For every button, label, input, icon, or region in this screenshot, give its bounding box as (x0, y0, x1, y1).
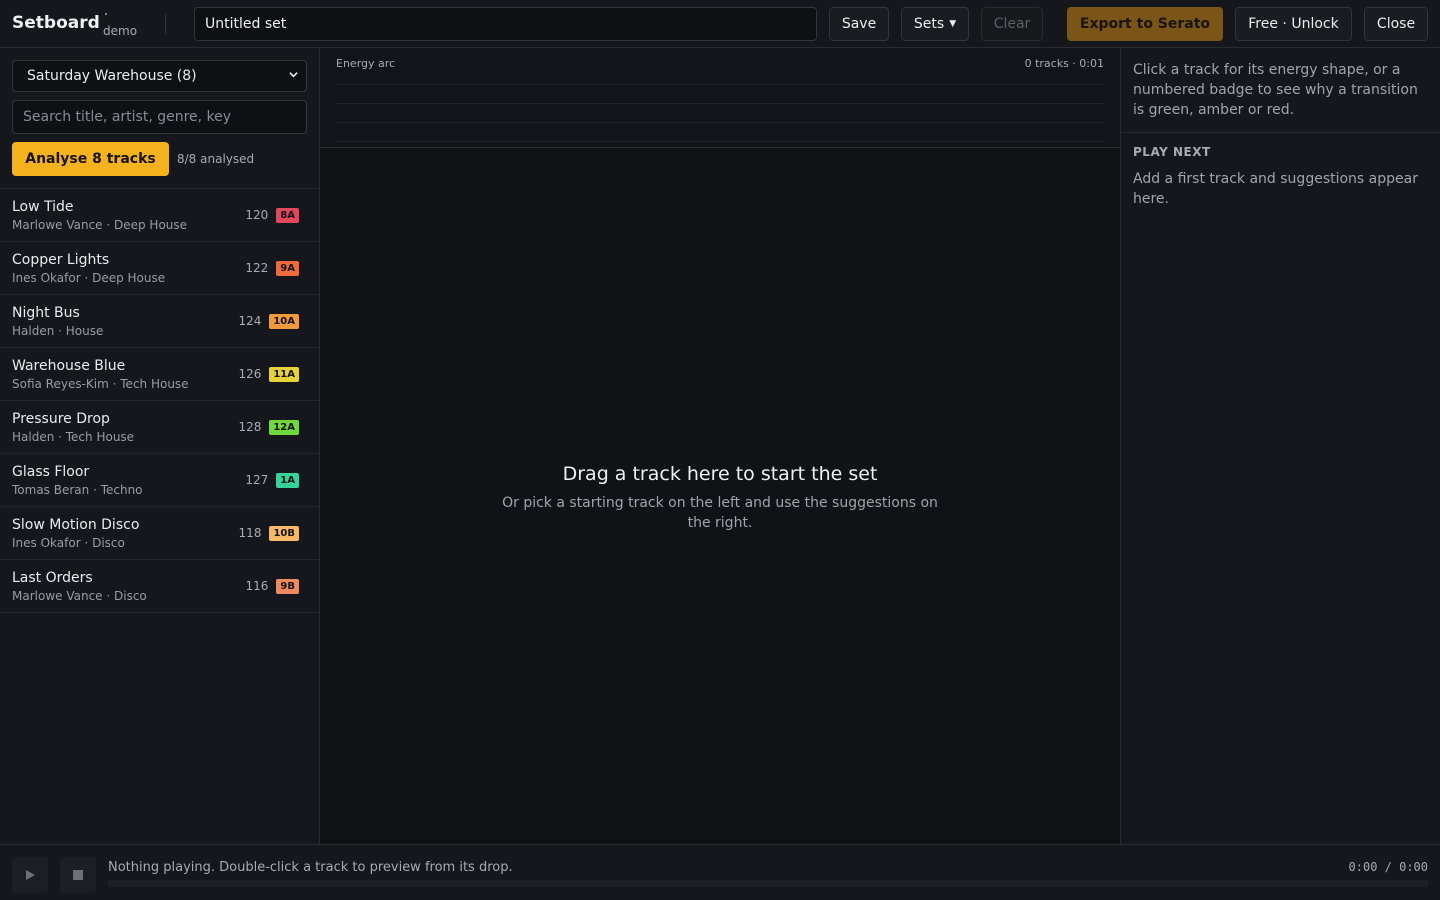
track-bpm: 118 (238, 526, 262, 540)
export-serato-button[interactable]: Export to Serato (1067, 7, 1223, 41)
track-artist-genre: Sofia Reyes-Kim · Tech House (12, 377, 189, 391)
caret-down-icon: ▼ (949, 19, 957, 29)
play-button[interactable] (12, 857, 48, 893)
track-artist-genre: Ines Okafor · Disco (12, 536, 125, 550)
track-title: Pressure Drop (12, 411, 110, 427)
play-next-empty: Add a first track and suggestions appear… (1133, 171, 1418, 207)
track-bpm: 120 (245, 208, 269, 222)
energy-gridline (336, 122, 1104, 123)
energy-arc-label: Energy arc (336, 57, 396, 70)
key-badge: 10A (269, 313, 299, 329)
now-playing-status: Nothing playing. Double-click a track to… (108, 860, 513, 875)
track-info: 11810BE5 (238, 525, 1359, 673)
key-badge: 9B (276, 578, 299, 594)
track-row[interactable]: Copper Lights Ines Okafor · Deep House 122… (0, 242, 1366, 408)
playback-progress-bar[interactable] (108, 880, 1428, 887)
crate-select[interactable]: Saturday Warehouse (8) (12, 60, 307, 92)
track-bpm: 116 (245, 579, 269, 593)
track-row[interactable]: Glass FloorTomas Beran · Techno1271AE7 (0, 454, 1366, 620)
track-artist-genre: Halden · House (12, 324, 104, 338)
header-divider (165, 14, 166, 34)
play-next-heading: PLAY NEXT (1133, 145, 1211, 159)
sets-dropdown-button[interactable]: Sets ▼ (901, 7, 969, 41)
track-row[interactable]: Slow Motion Disco Ines Okafor · Disco 118 1… (0, 507, 1359, 673)
track-search-input[interactable] (12, 100, 307, 134)
track-title: Night Bus (12, 305, 80, 321)
analyse-tracks-button[interactable]: Analyse 8 tracks (12, 142, 169, 176)
track-info: 1169BE4 (245, 578, 1366, 726)
empty-state-subtitle: Or pick a starting track on the left and… (502, 495, 938, 531)
track-info: 1208AE4 (245, 207, 1366, 355)
track-artist-genre: Marlowe Vance · Deep House (12, 218, 188, 232)
unlock-button-label: Free · Unlock (1248, 16, 1339, 32)
export-button-label: Export to Serato (1079, 16, 1211, 32)
track-title: Slow Motion Disco (12, 517, 140, 533)
set-title-input[interactable] (194, 7, 817, 41)
energy-gridline (336, 103, 1104, 104)
chevron-down-icon (289, 72, 298, 78)
stop-icon (73, 870, 83, 880)
track-list: Low TideMarlowe Vance · Deep House1208AE… (0, 188, 1366, 726)
track-bpm: 122 (245, 261, 269, 275)
key-badge: 1A (276, 472, 299, 488)
analyse-button-label: Analyse 8 tracks (25, 151, 156, 167)
key-badge: 9A (276, 260, 299, 276)
player-bar: Nothing playing. Double-click a track to… (0, 844, 1440, 900)
track-artist-genre: Marlowe Vance · Disco (12, 589, 147, 603)
empty-state-title: Drag a track here to start the set (562, 463, 878, 485)
track-row[interactable]: Low TideMarlowe Vance · Deep House1208AE… (0, 189, 1366, 355)
track-title: Low Tide (12, 199, 74, 215)
track-artist-genre: Tomas Beran · Techno (12, 483, 143, 497)
track-info: 1229AE5 (245, 260, 1366, 408)
play-icon (26, 870, 35, 880)
key-badge: 10B (269, 525, 299, 541)
key-badge: 11A (269, 366, 299, 382)
set-drop-zone[interactable]: Drag a track here to start the set Or pi… (320, 149, 1120, 844)
track-row[interactable]: Pressure DropHalden · Tech House12812AE7 (0, 401, 1359, 567)
energy-gridline (336, 141, 1104, 142)
track-bpm: 127 (245, 473, 269, 487)
close-button-label: Close (1376, 16, 1416, 32)
close-button[interactable]: Close (1364, 7, 1428, 41)
track-artist-genre: Halden · Tech House (12, 430, 135, 444)
panel-help-text: Click a track for its energy shape, or a… (1133, 62, 1418, 118)
track-bpm: 126 (238, 367, 262, 381)
clear-button-label: Clear (993, 16, 1031, 32)
library-sidebar: Saturday Warehouse (8) Analyse 8 tracks … (0, 48, 1366, 844)
energy-arc-panel: Energy arc 0 tracks · 0:01 (320, 48, 1120, 148)
key-badge: 12A (269, 419, 299, 435)
track-info: 1271AE7 (245, 472, 1366, 620)
unlock-button[interactable]: Free · Unlock (1235, 7, 1352, 41)
app-tag: demo (103, 24, 138, 38)
set-stats: 0 tracks · 0:01 (1024, 57, 1104, 70)
track-row[interactable]: Warehouse Blue Sofia Reyes-Kim · Tech Hou… (0, 348, 1359, 514)
track-title: Last Orders (12, 570, 93, 586)
suggestions-panel: Click a track for its energy shape, or a… (1120, 48, 1440, 844)
brand-dot (105, 13, 107, 15)
save-button-label: Save (841, 16, 877, 32)
stop-button[interactable] (60, 857, 96, 893)
track-info: 12611AE7 (238, 366, 1359, 514)
clear-button[interactable]: Clear (981, 7, 1043, 41)
track-info: 12812AE7 (238, 419, 1359, 567)
track-row[interactable]: Last OrdersMarlowe Vance · Disco1169BE4 (0, 560, 1366, 726)
key-badge: 8A (276, 207, 299, 223)
track-title: Glass Floor (12, 464, 90, 480)
track-title: Copper Lights (12, 252, 110, 268)
track-title: Warehouse Blue (12, 358, 126, 374)
analysed-count: 8/8 analysed (177, 152, 255, 166)
panel-divider (1121, 132, 1440, 133)
track-row[interactable]: Night BusHalden · House12410AE5 (0, 295, 1359, 461)
crate-select-value: Saturday Warehouse (8) (27, 68, 197, 84)
track-bpm: 128 (238, 420, 262, 434)
app-brand: Setboard (12, 13, 100, 33)
sets-button-label: Sets (913, 16, 945, 32)
track-info: 12410AE5 (238, 313, 1359, 461)
save-button[interactable]: Save (829, 7, 889, 41)
track-artist-genre: Ines Okafor · Deep House (12, 271, 166, 285)
playback-time: 0:00 / 0:00 (1348, 860, 1428, 874)
top-bar: Setboard demo Save Sets ▼ Clear Export t… (0, 0, 1440, 48)
track-bpm: 124 (238, 314, 262, 328)
energy-gridline (336, 84, 1104, 85)
